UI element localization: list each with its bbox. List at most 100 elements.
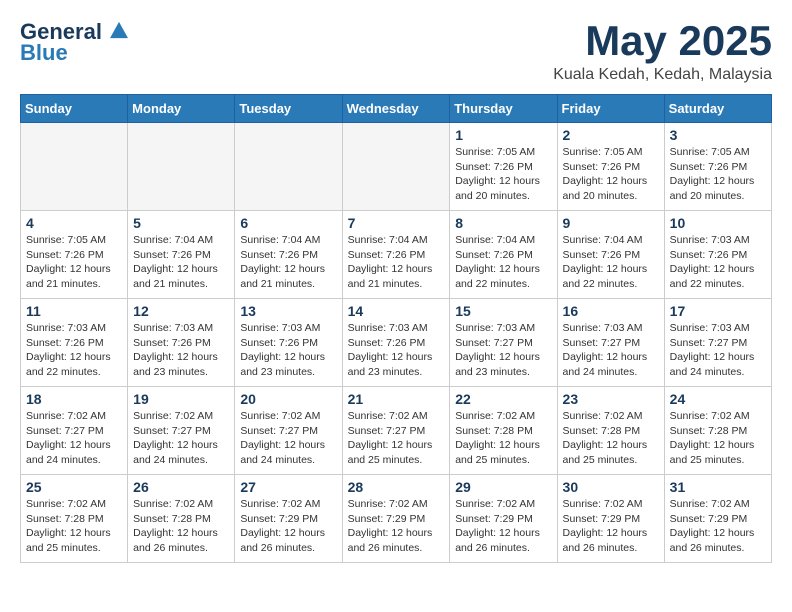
calendar-cell: 30 Sunrise: 7:02 AMSunset: 7:29 PMDayligh… [557, 475, 664, 563]
day-info: Sunrise: 7:02 AMSunset: 7:28 PMDaylight:… [26, 497, 122, 556]
weekday-header-row: SundayMondayTuesdayWednesdayThursdayFrid… [21, 95, 772, 123]
calendar-cell: 20 Sunrise: 7:02 AMSunset: 7:27 PMDayligh… [235, 387, 342, 475]
calendar-cell: 27 Sunrise: 7:02 AMSunset: 7:29 PMDayligh… [235, 475, 342, 563]
calendar-cell: 8 Sunrise: 7:04 AMSunset: 7:26 PMDaylight… [450, 211, 557, 299]
calendar-cell: 29Sunrise: 7:02 AMSunset: 7:29 PMDayligh… [450, 475, 557, 563]
calendar-cell: 18 Sunrise: 7:02 AMSunset: 7:27 PMDayligh… [21, 387, 128, 475]
day-info: Sunrise: 7:04 AMSunset: 7:26 PMDaylight:… [455, 233, 551, 292]
calendar-cell: 15 Sunrise: 7:03 AMSunset: 7:27 PMDayligh… [450, 299, 557, 387]
day-info: Sunrise: 7:02 AMSunset: 7:28 PMDaylight:… [670, 409, 766, 468]
day-number: 12 [133, 303, 229, 319]
day-number: 13 [240, 303, 336, 319]
day-number: 22 [455, 391, 551, 407]
day-number: 14 [348, 303, 445, 319]
day-number: 23 [563, 391, 659, 407]
day-info: Sunrise: 7:02 AMSunset: 7:27 PMDaylight:… [240, 409, 336, 468]
calendar-cell [128, 123, 235, 211]
day-number: 8 [455, 215, 551, 231]
calendar-cell [21, 123, 128, 211]
month-title: May 2025 [553, 20, 772, 62]
day-number: 24 [670, 391, 766, 407]
day-info: Sunrise: 7:03 AMSunset: 7:26 PMDaylight:… [26, 321, 122, 380]
day-info: Sunrise: 7:02 AMSunset: 7:29 PMDaylight:… [670, 497, 766, 556]
calendar-cell: 22 Sunrise: 7:02 AMSunset: 7:28 PMDayligh… [450, 387, 557, 475]
calendar-cell: 1 Sunrise: 7:05 AMSunset: 7:26 PMDaylight… [450, 123, 557, 211]
day-info: Sunrise: 7:02 AMSunset: 7:29 PMDaylight:… [240, 497, 336, 556]
day-info: Sunrise: 7:03 AMSunset: 7:27 PMDaylight:… [455, 321, 551, 380]
calendar-cell [342, 123, 450, 211]
day-info: Sunrise: 7:03 AMSunset: 7:26 PMDaylight:… [348, 321, 445, 380]
day-number: 7 [348, 215, 445, 231]
week-row-4: 18 Sunrise: 7:02 AMSunset: 7:27 PMDayligh… [21, 387, 772, 475]
calendar-table: SundayMondayTuesdayWednesdayThursdayFrid… [20, 94, 772, 563]
day-number: 29 [455, 479, 551, 495]
day-info: Sunrise: 7:04 AMSunset: 7:26 PMDaylight:… [133, 233, 229, 292]
day-number: 19 [133, 391, 229, 407]
weekday-header-sunday: Sunday [21, 95, 128, 123]
calendar-cell: 3Sunrise: 7:05 AMSunset: 7:26 PMDaylight… [664, 123, 771, 211]
day-number: 25 [26, 479, 122, 495]
logo-icon [110, 21, 128, 39]
day-number: 17 [670, 303, 766, 319]
day-info: Sunrise: 7:04 AMSunset: 7:26 PMDaylight:… [240, 233, 336, 292]
logo: General Blue [20, 20, 128, 66]
calendar-cell: 5Sunrise: 7:04 AMSunset: 7:26 PMDaylight… [128, 211, 235, 299]
calendar-cell [235, 123, 342, 211]
calendar-cell: 9 Sunrise: 7:04 AMSunset: 7:26 PMDaylight… [557, 211, 664, 299]
week-row-3: 11Sunrise: 7:03 AMSunset: 7:26 PMDayligh… [21, 299, 772, 387]
day-info: Sunrise: 7:05 AMSunset: 7:26 PMDaylight:… [563, 145, 659, 204]
calendar-cell: 19 Sunrise: 7:02 AMSunset: 7:27 PMDayligh… [128, 387, 235, 475]
day-number: 30 [563, 479, 659, 495]
calendar-cell: 31 Sunrise: 7:02 AMSunset: 7:29 PMDayligh… [664, 475, 771, 563]
calendar-cell: 7 Sunrise: 7:04 AMSunset: 7:26 PMDaylight… [342, 211, 450, 299]
day-number: 15 [455, 303, 551, 319]
day-info: Sunrise: 7:02 AMSunset: 7:27 PMDaylight:… [348, 409, 445, 468]
day-number: 4 [26, 215, 122, 231]
day-number: 21 [348, 391, 445, 407]
day-number: 28 [348, 479, 445, 495]
day-info: Sunrise: 7:03 AMSunset: 7:27 PMDaylight:… [670, 321, 766, 380]
weekday-header-tuesday: Tuesday [235, 95, 342, 123]
day-info: Sunrise: 7:04 AMSunset: 7:26 PMDaylight:… [563, 233, 659, 292]
calendar-cell: 25 Sunrise: 7:02 AMSunset: 7:28 PMDayligh… [21, 475, 128, 563]
weekday-header-thursday: Thursday [450, 95, 557, 123]
day-info: Sunrise: 7:02 AMSunset: 7:28 PMDaylight:… [133, 497, 229, 556]
week-row-2: 4 Sunrise: 7:05 AMSunset: 7:26 PMDaylight… [21, 211, 772, 299]
day-info: Sunrise: 7:05 AMSunset: 7:26 PMDaylight:… [26, 233, 122, 292]
day-number: 10 [670, 215, 766, 231]
day-info: Sunrise: 7:02 AMSunset: 7:29 PMDaylight:… [563, 497, 659, 556]
day-info: Sunrise: 7:05 AMSunset: 7:26 PMDaylight:… [455, 145, 551, 204]
day-info: Sunrise: 7:02 AMSunset: 7:27 PMDaylight:… [133, 409, 229, 468]
calendar-cell: 26Sunrise: 7:02 AMSunset: 7:28 PMDayligh… [128, 475, 235, 563]
day-number: 20 [240, 391, 336, 407]
day-info: Sunrise: 7:03 AMSunset: 7:26 PMDaylight:… [240, 321, 336, 380]
week-row-5: 25 Sunrise: 7:02 AMSunset: 7:28 PMDayligh… [21, 475, 772, 563]
day-info: Sunrise: 7:03 AMSunset: 7:26 PMDaylight:… [670, 233, 766, 292]
day-number: 9 [563, 215, 659, 231]
day-number: 16 [563, 303, 659, 319]
day-number: 18 [26, 391, 122, 407]
day-number: 27 [240, 479, 336, 495]
location: Kuala Kedah, Kedah, Malaysia [553, 66, 772, 84]
calendar-cell: 16 Sunrise: 7:03 AMSunset: 7:27 PMDayligh… [557, 299, 664, 387]
day-info: Sunrise: 7:05 AMSunset: 7:26 PMDaylight:… [670, 145, 766, 204]
day-number: 31 [670, 479, 766, 495]
day-number: 6 [240, 215, 336, 231]
day-info: Sunrise: 7:02 AMSunset: 7:28 PMDaylight:… [563, 409, 659, 468]
day-info: Sunrise: 7:02 AMSunset: 7:27 PMDaylight:… [26, 409, 122, 468]
day-info: Sunrise: 7:02 AMSunset: 7:28 PMDaylight:… [455, 409, 551, 468]
calendar-cell: 21 Sunrise: 7:02 AMSunset: 7:27 PMDayligh… [342, 387, 450, 475]
week-row-1: 1 Sunrise: 7:05 AMSunset: 7:26 PMDaylight… [21, 123, 772, 211]
calendar-cell: 11Sunrise: 7:03 AMSunset: 7:26 PMDayligh… [21, 299, 128, 387]
weekday-header-saturday: Saturday [664, 95, 771, 123]
calendar-cell: 14 Sunrise: 7:03 AMSunset: 7:26 PMDayligh… [342, 299, 450, 387]
weekday-header-wednesday: Wednesday [342, 95, 450, 123]
calendar-cell: 17 Sunrise: 7:03 AMSunset: 7:27 PMDayligh… [664, 299, 771, 387]
calendar-cell: 13 Sunrise: 7:03 AMSunset: 7:26 PMDayligh… [235, 299, 342, 387]
day-info: Sunrise: 7:04 AMSunset: 7:26 PMDaylight:… [348, 233, 445, 292]
calendar-cell: 24 Sunrise: 7:02 AMSunset: 7:28 PMDayligh… [664, 387, 771, 475]
title-block: May 2025 Kuala Kedah, Kedah, Malaysia [553, 20, 772, 84]
day-number: 1 [455, 127, 551, 143]
day-number: 2 [563, 127, 659, 143]
day-info: Sunrise: 7:03 AMSunset: 7:27 PMDaylight:… [563, 321, 659, 380]
